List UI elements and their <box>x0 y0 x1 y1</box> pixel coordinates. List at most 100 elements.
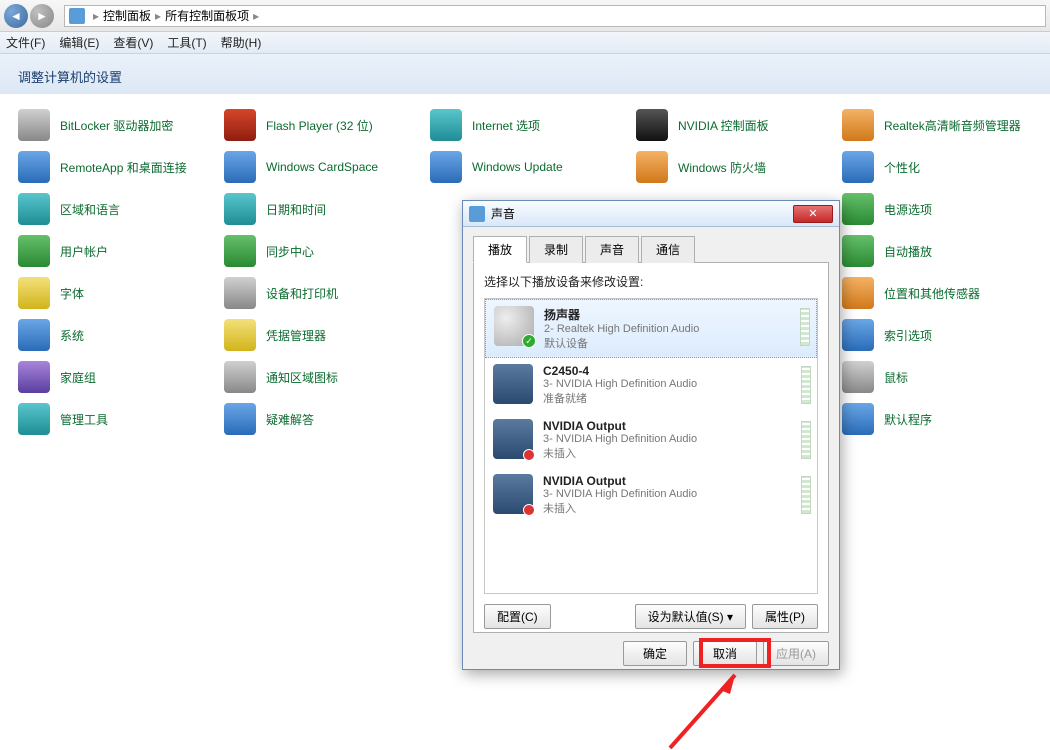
dialog-titlebar[interactable]: 声音 ✕ <box>463 201 839 227</box>
tab-recording[interactable]: 录制 <box>529 236 583 263</box>
cp-item-remoteapp[interactable]: RemoteApp 和桌面连接 <box>18 146 224 188</box>
cp-item-firewall[interactable]: Windows 防火墙 <box>636 146 842 188</box>
cp-item-personalization[interactable]: 个性化 <box>842 146 1048 188</box>
region-language-icon <box>18 193 50 225</box>
bc-current[interactable]: 所有控制面板项 <box>165 7 249 24</box>
chevron-right-icon: ▸ <box>155 9 161 23</box>
error-icon <box>523 449 535 461</box>
cp-item-label: 鼠标 <box>884 369 908 386</box>
cp-item-label: Flash Player (32 位) <box>266 117 373 134</box>
tab-communications[interactable]: 通信 <box>641 236 695 263</box>
cp-item-label: 位置和其他传感器 <box>884 285 980 302</box>
cp-item-default-programs[interactable]: 默认程序 <box>842 398 1048 440</box>
cp-item-label: 自动播放 <box>884 243 932 260</box>
cp-item-nvidia-control-panel[interactable]: NVIDIA 控制面板 <box>636 104 842 146</box>
cp-item-sync-center[interactable]: 同步中心 <box>224 230 430 272</box>
cp-item-label: Windows 防火墙 <box>678 159 766 176</box>
page-title: 调整计算机的设置 <box>0 53 140 96</box>
cp-item-label: 日期和时间 <box>266 201 326 218</box>
properties-button[interactable]: 属性(P) <box>752 604 818 629</box>
chevron-right-icon: ▸ <box>253 9 259 23</box>
device-subtitle: 3- NVIDIA High Definition Audio <box>543 488 697 500</box>
cp-item-devices-printers[interactable]: 设备和打印机 <box>224 272 430 314</box>
speaker-icon: ✓ <box>494 306 534 346</box>
cp-item-fonts[interactable]: 字体 <box>18 272 224 314</box>
menu-edit[interactable]: 编辑(E) <box>59 34 99 51</box>
device-list[interactable]: ✓扬声器2- Realtek High Definition Audio默认设备… <box>484 298 818 594</box>
cp-item-mouse[interactable]: 鼠标 <box>842 356 1048 398</box>
cp-item-admin-tools[interactable]: 管理工具 <box>18 398 224 440</box>
cp-item-homegroup[interactable]: 家庭组 <box>18 356 224 398</box>
cp-item-cardspace[interactable]: Windows CardSpace <box>224 146 430 188</box>
cp-item-label: 通知区域图标 <box>266 369 338 386</box>
fonts-icon <box>18 277 50 309</box>
tab-playback[interactable]: 播放 <box>473 236 527 263</box>
device-name: C2450-4 <box>543 364 697 378</box>
cancel-button[interactable]: 取消 <box>693 641 757 666</box>
cp-item-flash-player[interactable]: Flash Player (32 位) <box>224 104 430 146</box>
cp-item-bitlocker[interactable]: BitLocker 驱动器加密 <box>18 104 224 146</box>
back-button[interactable]: ◄ <box>4 4 28 28</box>
cp-item-label: Windows CardSpace <box>266 160 378 174</box>
menu-help[interactable]: 帮助(H) <box>221 34 262 51</box>
menu-bar: 文件(F) 编辑(E) 查看(V) 工具(T) 帮助(H) <box>0 32 1050 54</box>
mouse-icon <box>842 361 874 393</box>
device-name: 扬声器 <box>544 306 699 323</box>
device-status: 准备就绪 <box>543 390 697 406</box>
cp-item-realtek-audio[interactable]: Realtek高清晰音频管理器 <box>842 104 1048 146</box>
forward-button[interactable]: ► <box>30 4 54 28</box>
level-meter-icon <box>800 308 810 346</box>
device-row[interactable]: NVIDIA Output3- NVIDIA High Definition A… <box>485 413 817 468</box>
cp-item-label: 设备和打印机 <box>266 285 338 302</box>
cp-item-region-language[interactable]: 区域和语言 <box>18 188 224 230</box>
date-time-icon <box>224 193 256 225</box>
tab-sounds[interactable]: 声音 <box>585 236 639 263</box>
system-icon <box>18 319 50 351</box>
cp-item-windows-update[interactable]: Windows Update <box>430 146 636 188</box>
cp-item-label: 字体 <box>60 285 84 302</box>
device-status: 未插入 <box>543 500 697 516</box>
cp-item-system[interactable]: 系统 <box>18 314 224 356</box>
menu-file[interactable]: 文件(F) <box>6 34 45 51</box>
device-subtitle: 3- NVIDIA High Definition Audio <box>543 433 697 445</box>
cp-item-label: 凭据管理器 <box>266 327 326 344</box>
menu-tools[interactable]: 工具(T) <box>167 34 206 51</box>
cp-item-credential-manager[interactable]: 凭据管理器 <box>224 314 430 356</box>
cp-item-notification-icons[interactable]: 通知区域图标 <box>224 356 430 398</box>
cp-item-label: Realtek高清晰音频管理器 <box>884 117 1021 134</box>
monitor-icon <box>493 364 533 404</box>
cp-item-date-time[interactable]: 日期和时间 <box>224 188 430 230</box>
annotation-arrow-icon <box>650 670 770 750</box>
close-button[interactable]: ✕ <box>793 205 833 223</box>
set-default-button[interactable]: 设为默认值(S) ▾ <box>635 604 746 629</box>
cp-item-power-options[interactable]: 电源选项 <box>842 188 1048 230</box>
cp-item-troubleshoot[interactable]: 疑难解答 <box>224 398 430 440</box>
menu-view[interactable]: 查看(V) <box>113 34 153 51</box>
cp-item-label: 管理工具 <box>60 411 108 428</box>
cp-item-autoplay[interactable]: 自动播放 <box>842 230 1048 272</box>
level-meter-icon <box>801 421 811 459</box>
apply-button[interactable]: 应用(A) <box>763 641 829 666</box>
monitor-icon <box>493 419 533 459</box>
cp-item-location-sensors[interactable]: 位置和其他传感器 <box>842 272 1048 314</box>
dialog-title: 声音 <box>491 205 515 222</box>
device-row[interactable]: C2450-43- NVIDIA High Definition Audio准备… <box>485 358 817 413</box>
bc-root[interactable]: 控制面板 <box>103 7 151 24</box>
level-meter-icon <box>801 476 811 514</box>
cp-item-label: 系统 <box>60 327 84 344</box>
cp-item-indexing[interactable]: 索引选项 <box>842 314 1048 356</box>
breadcrumb[interactable]: ▸ 控制面板 ▸ 所有控制面板项 ▸ <box>64 5 1046 27</box>
device-row[interactable]: NVIDIA Output3- NVIDIA High Definition A… <box>485 468 817 523</box>
device-row[interactable]: ✓扬声器2- Realtek High Definition Audio默认设备 <box>485 299 817 358</box>
cp-item-internet-options[interactable]: Internet 选项 <box>430 104 636 146</box>
sync-center-icon <box>224 235 256 267</box>
cp-item-user-accounts[interactable]: 用户帐户 <box>18 230 224 272</box>
sound-dialog: 声音 ✕ 播放 录制 声音 通信 选择以下播放设备来修改设置: ✓扬声器2- R… <box>462 200 840 670</box>
firewall-icon <box>636 151 668 183</box>
internet-options-icon <box>430 109 462 141</box>
configure-button[interactable]: 配置(C) <box>484 604 551 629</box>
personalization-icon <box>842 151 874 183</box>
user-accounts-icon <box>18 235 50 267</box>
troubleshoot-icon <box>224 403 256 435</box>
ok-button[interactable]: 确定 <box>623 641 687 666</box>
